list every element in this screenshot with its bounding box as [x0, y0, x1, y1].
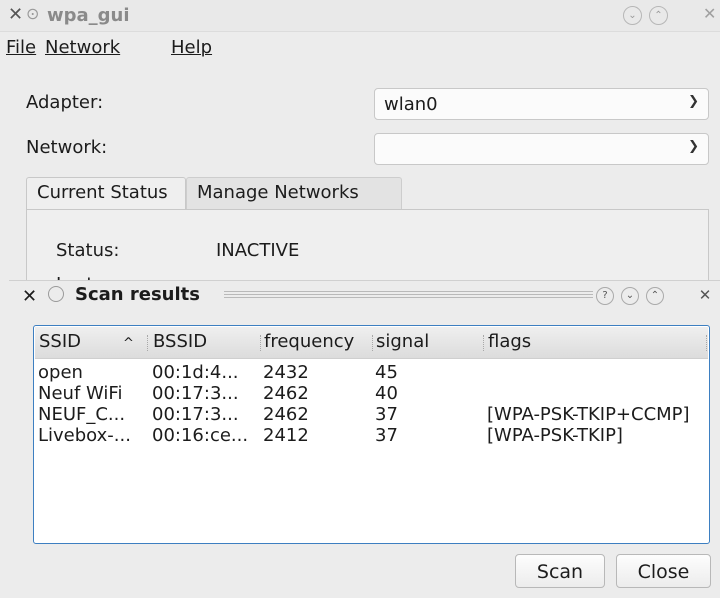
network-select[interactable]: ❯: [374, 133, 709, 165]
chevron-down-icon: ❯: [688, 139, 699, 154]
adapter-label: Adapter:: [26, 92, 104, 113]
maximize-icon[interactable]: ⌃: [649, 6, 668, 25]
column-header-bssid[interactable]: BSSID: [153, 331, 207, 352]
cell-bssid: 00:16:ce...: [152, 425, 249, 446]
cell-frequency: 2462: [263, 383, 309, 404]
column-separator[interactable]: [483, 335, 484, 351]
column-header-frequency[interactable]: frequency: [264, 331, 354, 352]
minimize-icon[interactable]: ⌄: [623, 6, 642, 25]
dialog-close-icon[interactable]: ✕: [696, 287, 714, 305]
network-label: Network:: [26, 137, 108, 158]
list-header: SSID ^ BSSID frequency signal flags: [35, 327, 708, 359]
maximize-icon[interactable]: ⌃: [646, 287, 664, 305]
tab-current-status[interactable]: Current Status: [26, 177, 186, 210]
cell-bssid: 00:17:3...: [152, 383, 239, 404]
cell-signal: 45: [375, 362, 398, 383]
menu-network[interactable]: Network: [45, 37, 120, 58]
cell-frequency: 2432: [263, 362, 309, 383]
pin-icon[interactable]: ⊙: [26, 6, 39, 22]
status-value: INACTIVE: [216, 240, 300, 261]
menu-bar: File Network Help: [0, 33, 720, 67]
cell-bssid: 00:1d:4...: [152, 362, 239, 383]
main-titlebar: ✕ ⊙ wpa_gui ⌄ ⌃ ✕: [0, 0, 720, 32]
column-header-flags[interactable]: flags: [488, 331, 531, 352]
current-status-panel: Status: INACTIVE Last message:: [26, 209, 709, 295]
cell-ssid: Livebox-...: [38, 425, 131, 446]
cell-frequency: 2462: [263, 404, 309, 425]
cell-ssid: NEUF_C...: [38, 404, 126, 425]
help-icon[interactable]: ?: [596, 287, 614, 305]
window-title: wpa_gui: [47, 5, 130, 26]
table-row[interactable]: Neuf WiFi 00:17:3... 2462 40: [34, 383, 709, 404]
pin-icon[interactable]: [48, 286, 64, 302]
table-row[interactable]: NEUF_C... 00:17:3... 2462 37 [WPA-PSK-TK…: [34, 404, 709, 425]
cell-ssid: Neuf WiFi: [38, 383, 123, 404]
column-separator[interactable]: [706, 335, 707, 351]
scan-results-dialog: ✕ Scan results ? ⌄ ⌃ ✕ SSID ^ BSSID freq…: [9, 280, 720, 598]
column-separator[interactable]: [260, 335, 261, 351]
window-close-icon[interactable]: ✕: [703, 6, 716, 22]
tab-manage-networks[interactable]: Manage Networks: [186, 177, 402, 210]
sort-ascending-icon: ^: [123, 336, 134, 351]
table-row[interactable]: Livebox-... 00:16:ce... 2412 37 [WPA-PSK…: [34, 425, 709, 446]
column-header-ssid[interactable]: SSID: [39, 331, 81, 352]
scan-dialog-titlebar: ✕ Scan results ? ⌄ ⌃ ✕: [9, 281, 720, 311]
scan-results-list[interactable]: SSID ^ BSSID frequency signal flags open…: [33, 325, 710, 544]
cell-frequency: 2412: [263, 425, 309, 446]
chevron-down-icon: ❯: [688, 94, 699, 109]
cell-flags: [WPA-PSK-TKIP]: [487, 425, 623, 446]
cell-signal: 37: [375, 425, 398, 446]
adapter-select[interactable]: wlan0 ❯: [374, 88, 709, 120]
titlebar-grip: [224, 291, 593, 300]
menu-help[interactable]: Help: [171, 37, 212, 58]
table-row[interactable]: open 00:1d:4... 2432 45: [34, 362, 709, 383]
cell-flags: [WPA-PSK-TKIP+CCMP]: [487, 404, 690, 425]
status-label: Status:: [56, 240, 120, 261]
adapter-value: wlan0: [384, 94, 438, 115]
column-header-signal[interactable]: signal: [376, 331, 429, 352]
column-separator[interactable]: [372, 335, 373, 351]
close-icon[interactable]: ✕: [22, 286, 37, 307]
scan-button[interactable]: Scan: [515, 554, 605, 588]
minimize-icon[interactable]: ⌄: [621, 287, 639, 305]
close-button[interactable]: Close: [616, 554, 711, 588]
close-icon[interactable]: ✕: [8, 6, 23, 24]
column-separator[interactable]: [147, 335, 148, 351]
cell-bssid: 00:17:3...: [152, 404, 239, 425]
scan-dialog-title: Scan results: [75, 284, 200, 305]
menu-file[interactable]: File: [6, 37, 36, 58]
cell-ssid: open: [38, 362, 83, 383]
cell-signal: 40: [375, 383, 398, 404]
cell-signal: 37: [375, 404, 398, 425]
